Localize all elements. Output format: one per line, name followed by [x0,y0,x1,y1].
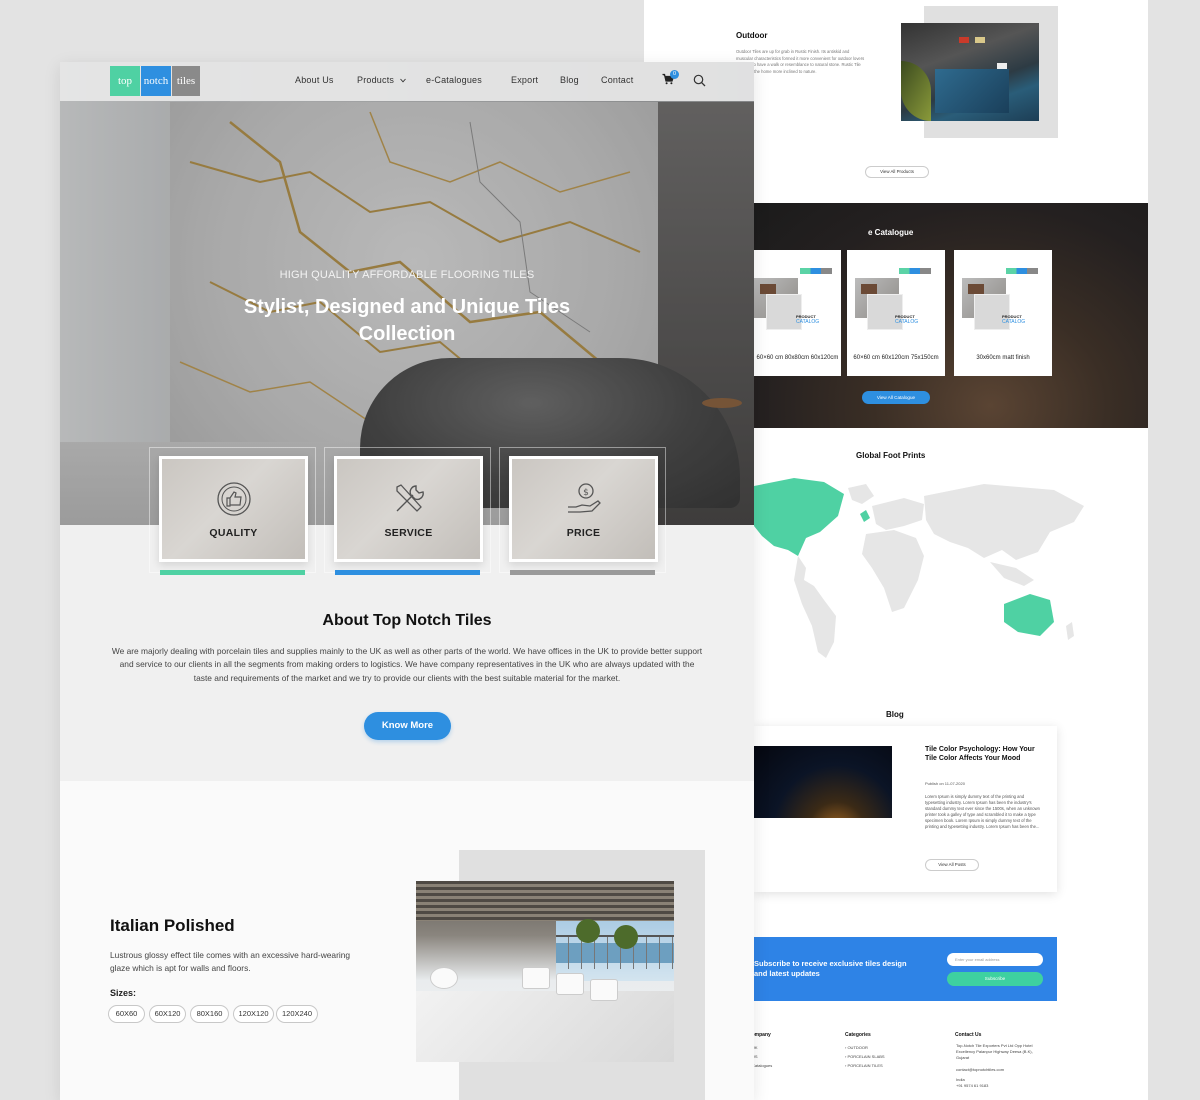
hero-subtitle: HIGH QUALITY AFFORDABLE FLOORING TILES [279,269,535,281]
blog-post-date: Publish on 11-07-2020 [925,781,965,786]
catalogue-title: e Catalogue [868,228,914,237]
blog-title: Blog [886,710,904,719]
blog-post-excerpt: Lorem Ipsum is simply dummy text of the … [925,794,1040,830]
footer-categories-heading: Categories [845,1032,871,1038]
subscribe-button[interactable]: Subscribe [947,972,1043,986]
world-map [754,478,1084,658]
outdoor-description: Outdoor Tiles are up for grab in Rustic … [736,49,865,74]
footer-company-links[interactable]: UK US Catalogues [752,1043,772,1070]
blog-card[interactable]: Tile Color Psychology: How Your Tile Col… [754,726,1057,892]
size-option[interactable]: 80X160 [190,1005,229,1023]
site-header: top notch tiles About Us Products e-Cata… [60,62,754,101]
money-hand-icon: $ [567,483,601,513]
italian-polished-text: Lustrous glossy effect tile comes with a… [110,950,351,973]
size-option[interactable]: 120X120 [233,1005,274,1023]
chevron-down-icon [400,78,406,83]
feature-service[interactable]: SERVICE [324,447,491,573]
view-all-products-button[interactable]: View All Products [865,166,929,178]
catalogue-card-caption: 60×60 cm 80x80cm 60x120cm [756,355,839,361]
nav-products[interactable]: Products [357,75,394,85]
feature-label: QUALITY [209,527,258,539]
catalogue-card[interactable]: PRODUCT CATALOG 30x60cm matt finish [954,250,1052,376]
feature-price[interactable]: $ PRICE [499,447,666,573]
feature-label: PRICE [566,527,601,539]
sizes-label: Sizes: [110,988,137,998]
outdoor-title: Outdoor [736,31,768,40]
footer-categories-links[interactable]: › OUTDOOR › PORCELAIN SLABS › PORCELAIN … [845,1043,885,1070]
footer-email: contact@topnotchtiles.com [956,1067,1005,1072]
tools-icon [395,484,424,512]
nav-export[interactable]: Export [511,75,538,85]
svg-text:$: $ [583,488,589,498]
footer-address: Top-Notch Tile Exporters Pvt Ltd Opp Hot… [956,1043,1033,1060]
nav-about-us[interactable]: About Us [295,75,334,85]
size-option[interactable]: 60X60 [108,1005,145,1023]
view-all-posts-button[interactable]: View All Posts [925,859,979,871]
global-foot-prints-title: Global Foot Prints [856,451,926,460]
subscribe-email-input[interactable]: Enter your email address [947,953,1043,966]
nav-contact[interactable]: Contact [601,75,633,85]
about-title: About Top Notch Tiles [322,612,492,629]
footer-contact-heading: Contact Us [955,1032,982,1038]
about-text: We are majorly dealing with porcelain ti… [111,646,703,683]
blog-image [754,746,892,818]
know-more-button[interactable]: Know More [364,712,451,740]
thumbs-up-icon [216,482,251,516]
nav-blog[interactable]: Blog [560,75,579,85]
catalogue-card-caption: 30x60cm matt finish [976,355,1030,361]
feature-bar-gray [510,570,655,575]
hero-title: Stylist, Designed and Unique Tiles Colle… [243,296,571,345]
subscribe-banner: Subscribe to receive exclusive tiles des… [754,937,1057,1001]
catalogue-card-caption: 60×60 cm 60x120cm 75x150cm [853,355,939,361]
size-option[interactable]: 120X240 [276,1005,318,1023]
front-page-preview: HIGH QUALITY AFFORDABLE FLOORING TILES S… [60,62,754,1100]
italian-polished-title: Italian Polished [110,916,235,935]
size-option[interactable]: 60X120 [149,1005,186,1023]
feature-bar-green [160,570,305,575]
subscribe-text: Subscribe to receive exclusive tiles des… [754,959,907,978]
italian-polished-image [416,881,674,1062]
cart-count-badge: 0 [670,70,679,79]
site-logo[interactable]: top notch tiles [110,66,200,96]
blog-post-title[interactable]: Tile Color Psychology: How Your Tile Col… [925,745,1043,763]
catalogue-card[interactable]: PRODUCT CATALOG 60×60 cm 80x80cm 60x120cm [754,250,841,376]
feature-bar-blue [335,570,480,575]
search-icon[interactable] [693,74,706,87]
catalogue-card[interactable]: PRODUCT CATALOG 60×60 cm 60x120cm 75x150c… [847,250,945,376]
feature-quality[interactable]: QUALITY [149,447,316,573]
nav-e-catalogues[interactable]: e-Catalogues [426,75,482,85]
footer-phone: +91 9574 61 9183 [956,1083,989,1088]
feature-label: SERVICE [384,527,433,539]
view-all-catalogue-button[interactable]: View All Catalogue [862,391,930,404]
outdoor-image [901,23,1039,121]
footer-contact-info: Top-Notch Tile Exporters Pvt Ltd Opp Hot… [956,1043,1046,1089]
